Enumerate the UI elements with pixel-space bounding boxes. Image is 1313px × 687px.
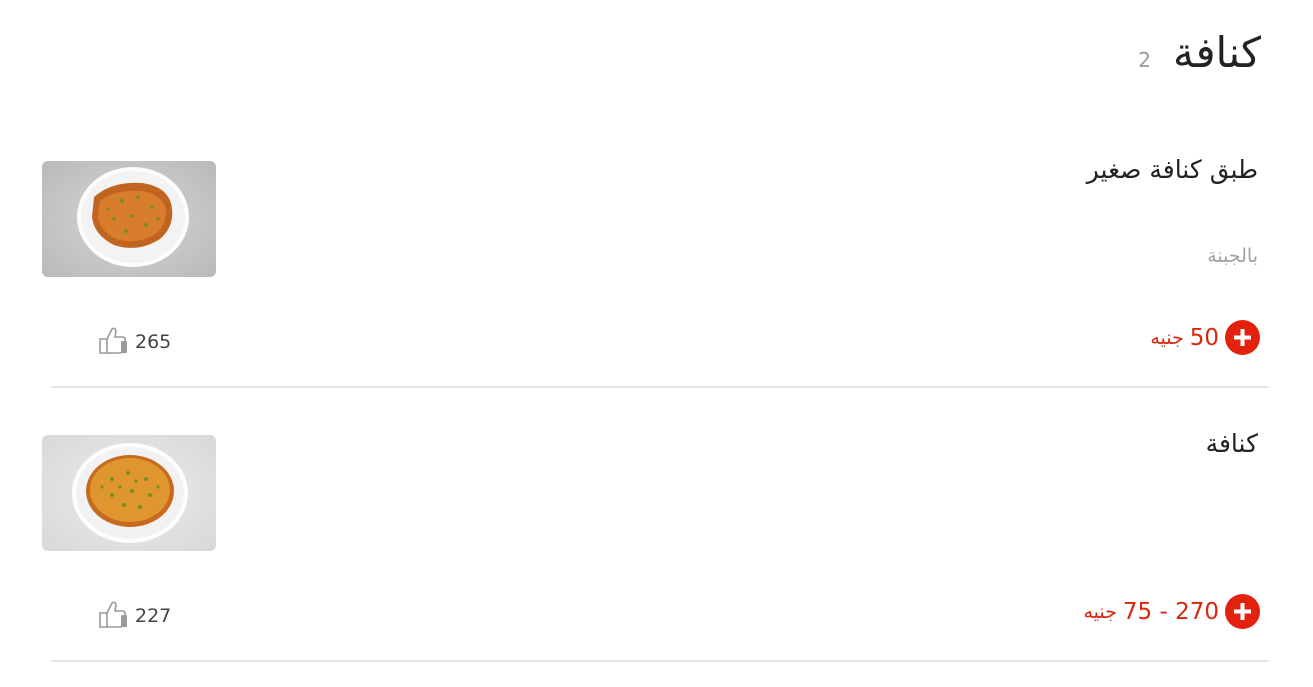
section-header: كنافة 2	[1138, 28, 1261, 78]
thumbs-up-icon[interactable]	[97, 325, 129, 359]
plus-circle-icon[interactable]	[1225, 320, 1260, 355]
thumbs-up-icon[interactable]	[97, 599, 129, 633]
like-counter[interactable]: 227	[97, 599, 171, 633]
menu-item[interactable]: كنافة 227 جنيه 75 - 270	[42, 429, 1268, 664]
item-name[interactable]: طبق كنافة صغير	[1087, 155, 1258, 184]
item-divider	[51, 386, 1268, 388]
item-description: بالجبنة	[1207, 245, 1258, 267]
section-title: كنافة	[1172, 28, 1261, 77]
like-counter[interactable]: 265	[97, 325, 171, 359]
menu-item[interactable]: طبق كنافة صغير بالجبنة 265 جنيه 50	[42, 155, 1268, 390]
price-row: جنيه 75 - 270	[1083, 594, 1260, 629]
like-count: 227	[135, 605, 172, 627]
item-image[interactable]	[42, 435, 216, 551]
section-item-count: 2	[1138, 48, 1151, 72]
item-name[interactable]: كنافة	[1206, 429, 1258, 458]
add-to-cart-button[interactable]	[1225, 594, 1260, 629]
price-row: جنيه 50	[1150, 320, 1260, 355]
price-currency: جنيه	[1083, 600, 1117, 623]
plus-circle-icon[interactable]	[1225, 594, 1260, 629]
price-amount: 75 - 270	[1122, 598, 1219, 625]
price-currency: جنيه	[1150, 326, 1184, 349]
like-count: 265	[135, 331, 172, 353]
item-image[interactable]	[42, 161, 216, 277]
price-amount: 50	[1189, 324, 1219, 351]
add-to-cart-button[interactable]	[1225, 320, 1260, 355]
item-divider	[51, 660, 1268, 662]
